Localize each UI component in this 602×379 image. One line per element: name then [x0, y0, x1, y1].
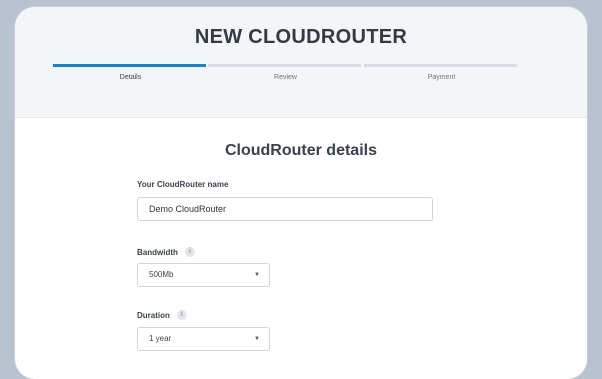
step-payment[interactable]: Payment	[364, 64, 519, 94]
chevron-down-icon: ▼	[254, 272, 260, 278]
bandwidth-value: 500Mb	[149, 270, 174, 279]
step-label: Review	[274, 74, 297, 81]
step-label: Details	[119, 74, 142, 81]
section-title: CloudRouter details	[224, 142, 377, 159]
name-field-label: Your CloudRouter name	[137, 180, 228, 189]
step-bar	[364, 64, 517, 67]
step-review[interactable]: Review	[208, 64, 363, 94]
duration-select[interactable]: 1 year ▼	[137, 327, 270, 351]
duration-label-text: Duration	[137, 310, 170, 320]
bandwidth-field-label: Bandwidth i	[137, 247, 195, 257]
step-details[interactable]: Details	[53, 64, 208, 94]
chevron-down-icon: ▼	[254, 336, 260, 342]
step-bar	[53, 64, 206, 67]
bandwidth-label-text: Bandwidth	[137, 247, 178, 257]
bandwidth-select[interactable]: 500Mb ▼	[137, 263, 270, 287]
page-title: NEW CLOUDROUTER	[194, 26, 408, 48]
duration-field-label: Duration i	[137, 310, 187, 320]
name-label-text: Your CloudRouter name	[137, 180, 229, 189]
duration-value: 1 year	[149, 334, 172, 343]
info-icon[interactable]: i	[176, 310, 187, 320]
wizard-header: NEW CLOUDROUTER Details Review Payment	[15, 7, 587, 118]
step-label: Payment	[427, 74, 456, 81]
step-progress: Details Review Payment	[53, 64, 519, 94]
step-bar	[208, 64, 361, 67]
info-icon[interactable]: i	[184, 247, 195, 257]
wizard-card: NEW CLOUDROUTER Details Review Payment C…	[15, 7, 587, 379]
cloudrouter-name-input[interactable]: Demo CloudRouter	[137, 197, 433, 221]
